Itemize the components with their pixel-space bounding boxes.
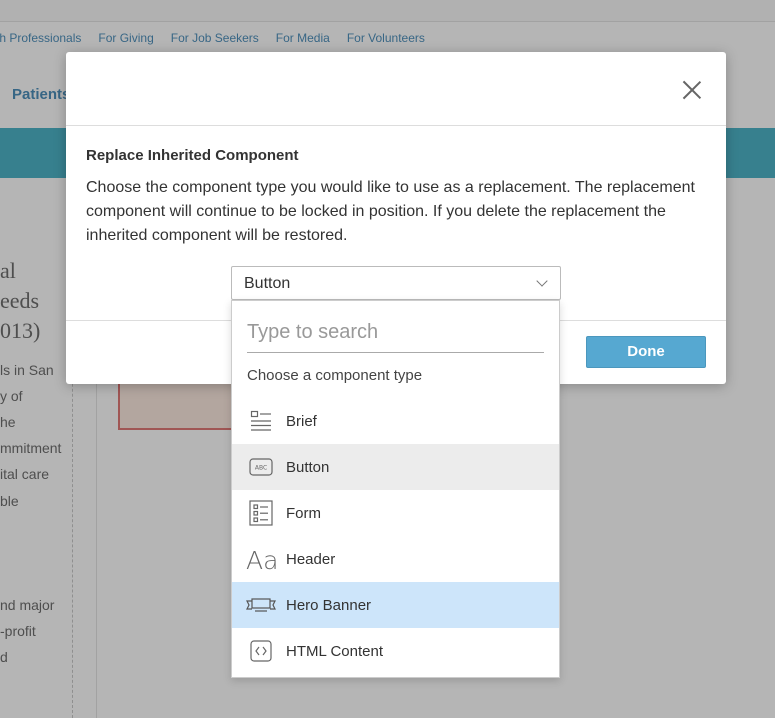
- list-item-label: Hero Banner: [286, 596, 372, 614]
- list-item-brief[interactable]: Brief: [232, 398, 559, 444]
- svg-text:ABC: ABC: [255, 465, 267, 472]
- form-icon: [246, 500, 276, 526]
- component-type-dropdown: Choose a component type Brief ABC: [231, 300, 560, 678]
- list-item-button[interactable]: ABC Button: [232, 444, 559, 490]
- button-icon: ABC: [246, 454, 276, 480]
- select-value: Button: [244, 275, 291, 292]
- html-content-icon: [246, 638, 276, 664]
- component-type-list: Brief ABC Button Form Aa Header Hero Ban…: [232, 398, 559, 674]
- chevron-down-icon: [536, 275, 548, 287]
- modal-header: [66, 52, 726, 126]
- brief-icon: [246, 408, 276, 434]
- list-item-label: Header: [286, 550, 336, 568]
- list-item-form[interactable]: Form: [232, 490, 559, 536]
- component-type-select[interactable]: Button: [231, 266, 561, 300]
- dropdown-label: Choose a component type: [247, 367, 423, 384]
- list-item-hero-banner[interactable]: Hero Banner: [232, 582, 559, 628]
- list-item-label: Brief: [286, 412, 317, 430]
- list-item-header[interactable]: Aa Header: [232, 536, 559, 582]
- modal-title: Replace Inherited Component: [86, 147, 299, 164]
- svg-text:Aa: Aa: [246, 546, 276, 572]
- header-icon: Aa: [246, 546, 276, 572]
- done-button[interactable]: Done: [586, 336, 706, 368]
- search-input[interactable]: [247, 313, 544, 353]
- list-item-label: Form: [286, 504, 321, 522]
- close-icon[interactable]: [682, 80, 702, 100]
- list-item-label: Button: [286, 458, 330, 476]
- list-item-label: HTML Content: [286, 642, 383, 660]
- hero-banner-icon: [246, 592, 276, 618]
- list-item-html-content[interactable]: HTML Content: [232, 628, 559, 674]
- modal-description: Choose the component type you would like…: [86, 179, 695, 244]
